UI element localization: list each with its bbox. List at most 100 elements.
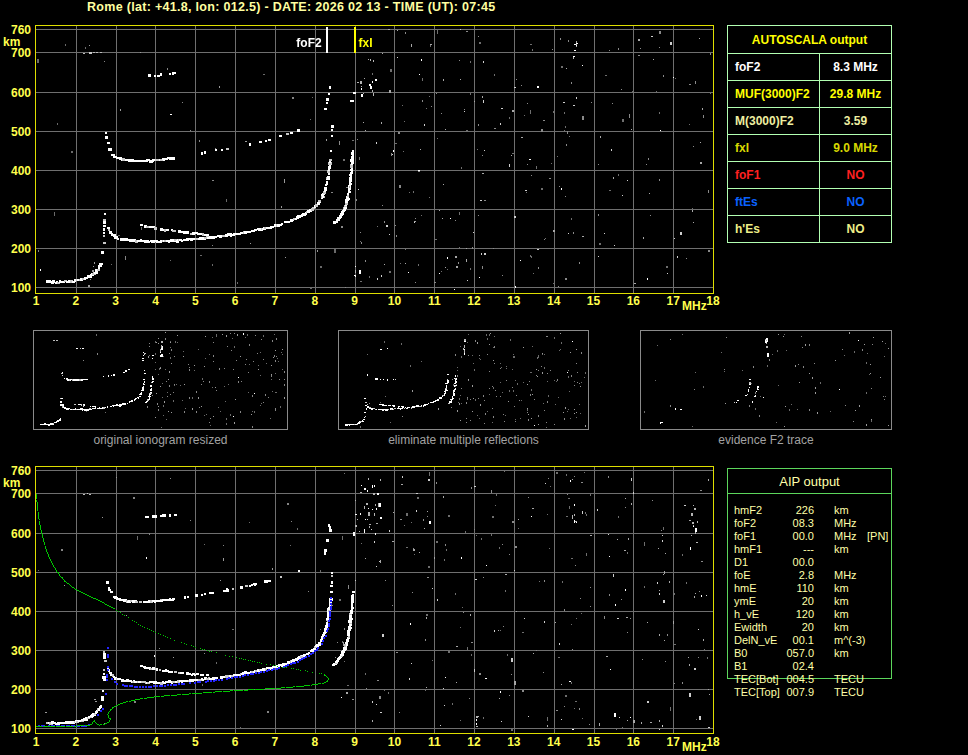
- aip-row-unit: TECU: [834, 686, 864, 699]
- autoscala-row-M(3000)F2: M(3000)F23.59: [728, 108, 891, 135]
- aip-row-note: [PN]: [867, 530, 888, 543]
- aip-row-value: 226: [756, 504, 814, 517]
- y-tick-label: 600: [1, 528, 31, 540]
- x-tick-label: 4: [140, 295, 170, 307]
- aip-output-table: AIP output hmF2226kmfoF208.3MHzfoF100.0M…: [727, 468, 892, 679]
- autoscala-output-table: AUTOSCALA output foF28.3 MHzMUF(3000)F22…: [727, 25, 892, 243]
- aip-row-TEC[Top]: TEC[Top]007.9TECU: [728, 686, 891, 699]
- autoscala-row-value: 29.8 MHz: [820, 81, 891, 107]
- autoscala-row-MUF(3000)F2: MUF(3000)F229.8 MHz: [728, 81, 891, 108]
- x-tick-label: 2: [61, 295, 91, 307]
- x-tick-label: 1: [21, 295, 51, 307]
- x-tick-label: 9: [340, 295, 370, 307]
- aip-row-value: 057.0: [756, 647, 814, 660]
- aip-table-title: AIP output: [728, 469, 891, 494]
- aip-row-value: 00.0: [756, 530, 814, 543]
- aip-row-unit: km: [834, 582, 849, 595]
- autoscala-row-h'Es: h'EsNO: [728, 216, 891, 242]
- aip-row-hmF1: hmF1---km: [728, 543, 891, 556]
- y-tick-label: 200: [1, 684, 31, 696]
- autoscala-row-label: M(3000)F2: [728, 108, 820, 134]
- autoscala-row-value: 9.0 MHz: [820, 135, 891, 161]
- y-tick-label: 400: [1, 606, 31, 618]
- autoscala-row-label: h'Es: [728, 216, 820, 242]
- marker-label-foF2: foF2: [282, 37, 322, 50]
- x-tick-label: 6: [220, 736, 250, 748]
- aip-row-unit: km: [834, 595, 849, 608]
- autoscala-row-value: NO: [820, 189, 891, 215]
- aip-row-value: 00.1: [756, 634, 814, 647]
- aip-row-unit: km: [834, 608, 849, 621]
- aip-row-unit: TECU: [834, 673, 864, 686]
- x-tick-label: 13: [499, 736, 529, 748]
- autoscala-row-value: NO: [820, 162, 891, 188]
- x-tick-label: 15: [579, 295, 609, 307]
- aip-row-value: 007.9: [756, 686, 814, 699]
- x-tick-label: 7: [260, 736, 290, 748]
- aip-row-value: 08.3: [756, 517, 814, 530]
- autoscala-row-foF1: foF1NO: [728, 162, 891, 189]
- autoscala-row-value: 3.59: [820, 108, 891, 134]
- x-tick-label: 5: [180, 736, 210, 748]
- marker-label-fxI: fxI: [359, 37, 373, 50]
- aip-row-value: ---: [756, 543, 814, 556]
- x-tick-label: 7: [260, 295, 290, 307]
- aip-row-label: hmE: [734, 582, 757, 595]
- aip-row-label: B1: [734, 660, 747, 673]
- aip-row-unit: km: [834, 647, 849, 660]
- thumbnail-caption-eliminate: eliminate multiple reflections: [338, 433, 589, 447]
- x-tick-label: 4: [140, 736, 170, 748]
- aip-row-value: 20: [756, 621, 814, 634]
- aip-row-value: 00.0: [756, 556, 814, 569]
- x-tick-label: 8: [300, 736, 330, 748]
- autoscala-row-value: 8.3 MHz: [820, 54, 891, 80]
- y-tick-label: 700: [1, 488, 31, 500]
- y-tick-label: 100: [1, 282, 31, 294]
- y-tick-label: 700: [1, 47, 31, 59]
- thumbnail-caption-evidence: evidence F2 trace: [640, 433, 892, 447]
- bottom-ionogram-canvas: [35, 466, 714, 734]
- x-tick-label: 10: [379, 736, 409, 748]
- aip-row-label: ymE: [734, 595, 756, 608]
- aip-row-label: D1: [734, 556, 748, 569]
- x-tick-label: 10: [379, 295, 409, 307]
- autoscala-row-fxI: fxI9.0 MHz: [728, 135, 891, 162]
- autoscala-table-rows: foF28.3 MHzMUF(3000)F229.8 MHzM(3000)F23…: [728, 54, 891, 242]
- x-tick-label: 13: [499, 295, 529, 307]
- autoscala-table-title: AUTOSCALA output: [728, 26, 891, 54]
- aip-row-B0: B0 057.0 km: [728, 647, 891, 660]
- y-tick-label: 300: [1, 204, 31, 216]
- x-tick-label: 11: [419, 736, 449, 748]
- aip-row-foE: foE 2.8 MHz: [728, 569, 891, 582]
- x-tick-label: 3: [101, 736, 131, 748]
- x-tick-label: 15: [579, 736, 609, 748]
- y-tick-label: 400: [1, 165, 31, 177]
- x-tick-label: 12: [459, 736, 489, 748]
- autoscala-row-label: foF2: [728, 54, 820, 80]
- x-tick-label: 8: [300, 295, 330, 307]
- x-tick-label: 12: [459, 295, 489, 307]
- aip-row-D1: D1 00.0: [728, 556, 891, 569]
- y-tick-label: 100: [1, 723, 31, 735]
- aip-row-unit: km: [834, 543, 849, 556]
- y-tick-label: 500: [1, 126, 31, 138]
- aip-row-label: foE: [734, 569, 751, 582]
- y-tick-label: 600: [1, 87, 31, 99]
- aip-row-unit: MHz: [834, 530, 857, 543]
- aip-row-value: 2.8: [756, 569, 814, 582]
- aip-row-unit: MHz: [834, 517, 857, 530]
- aip-row-foF2: foF208.3MHz: [728, 517, 891, 530]
- aip-row-label: B0: [734, 647, 747, 660]
- x-axis-unit: MHz: [682, 300, 707, 312]
- y-axis-unit: km: [3, 37, 20, 47]
- aip-row-unit: MHz: [834, 569, 857, 582]
- y-tick-label: 300: [1, 645, 31, 657]
- aip-row-hmE: hmE110km: [728, 582, 891, 595]
- x-tick-label: 6: [220, 295, 250, 307]
- x-tick-label: 16: [618, 295, 648, 307]
- aip-row-TEC[Bot]: TEC[Bot]004.5TECU: [728, 673, 891, 686]
- autoscala-row-foF2: foF28.3 MHz: [728, 54, 891, 81]
- top-ionogram-canvas: [35, 25, 714, 294]
- autoscala-row-label: foF1: [728, 162, 820, 188]
- aip-row-value: 004.5: [756, 673, 814, 686]
